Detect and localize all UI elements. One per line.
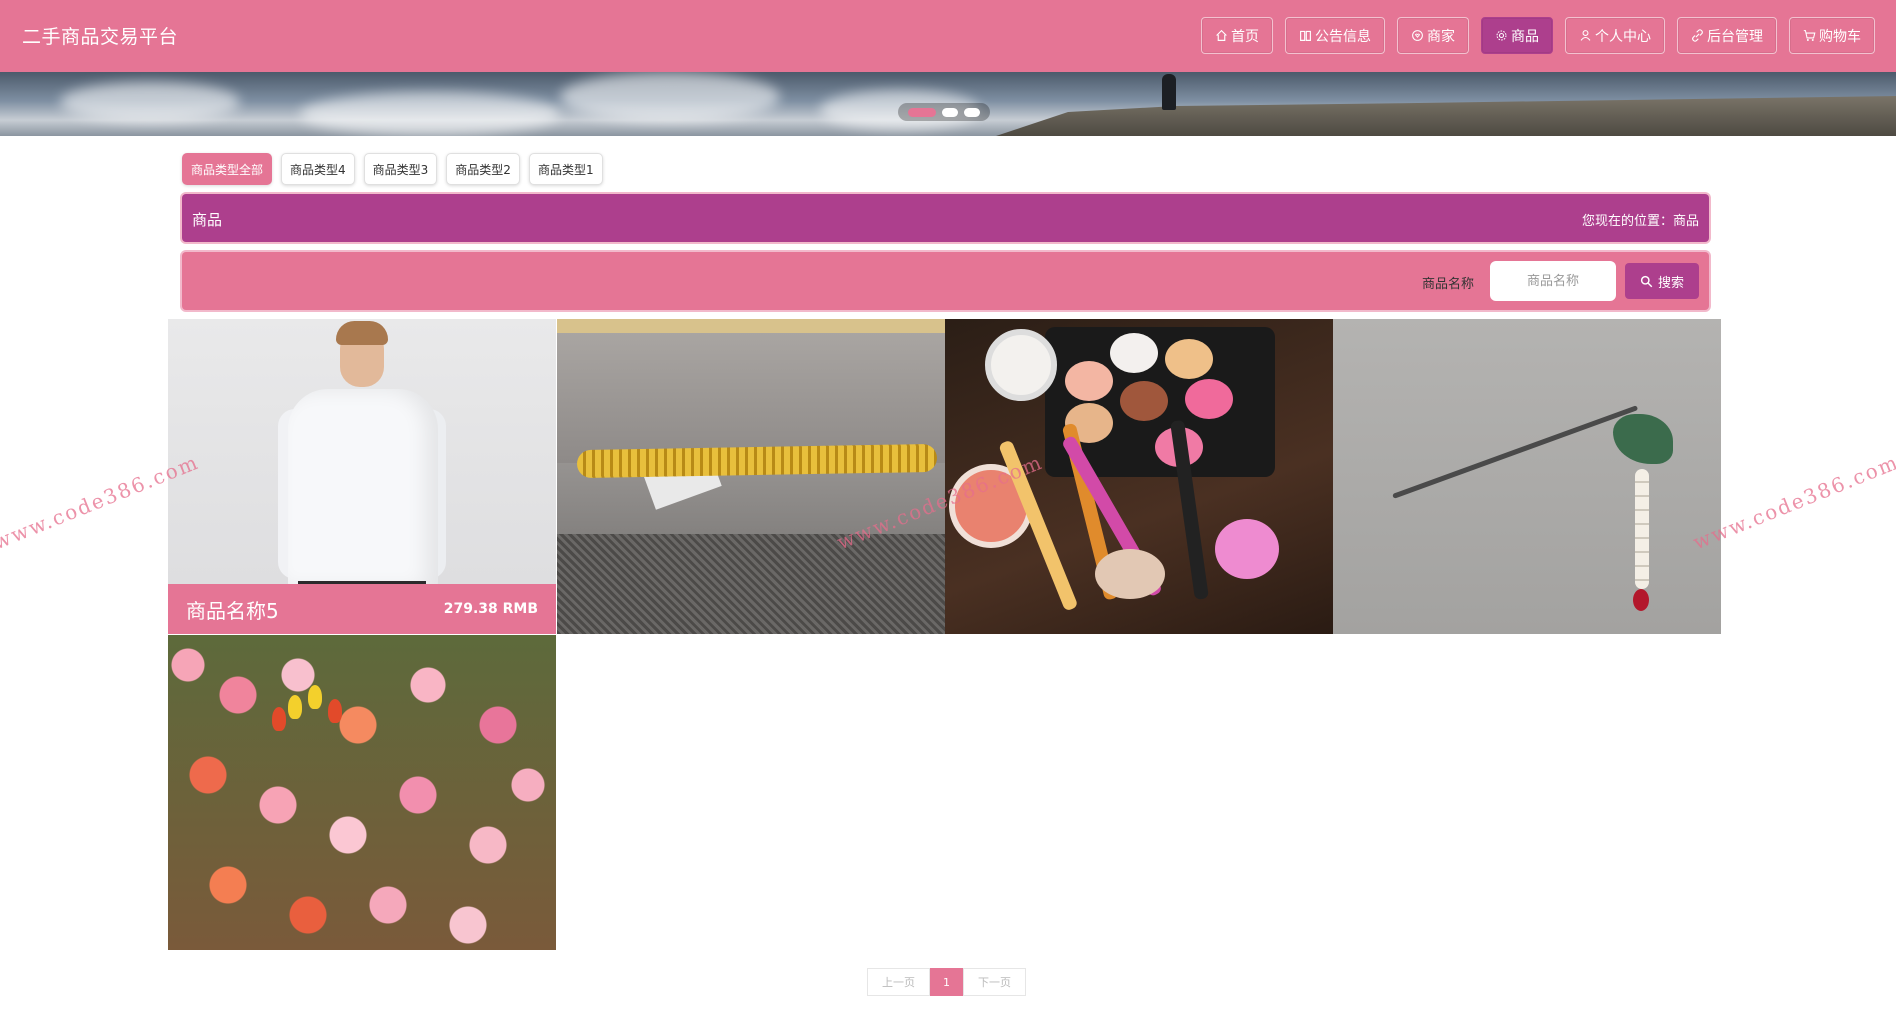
nav-product-label: 商品 [1511, 28, 1539, 45]
nav-merchant-label: 商家 [1427, 28, 1455, 45]
product-image-gold-chain [557, 319, 945, 634]
product-card[interactable] [557, 319, 945, 634]
carousel-dot-1[interactable] [908, 107, 936, 117]
nav-cart-label: 购物车 [1819, 28, 1861, 45]
cart-icon [1803, 30, 1816, 41]
search-label: 商品名称 [1422, 277, 1475, 292]
prev-page-button[interactable]: 上一页 [867, 968, 930, 996]
site-title: 二手商品交易平台 [22, 26, 179, 48]
link-icon [1692, 29, 1703, 42]
top-navbar: 二手商品交易平台 首页 公告信息 商家 商品 个人中心 后台管理 购物车 [0, 0, 1896, 72]
banner-carousel [0, 72, 1896, 136]
product-card[interactable]: 商品名称5 279.38 RMB [168, 319, 556, 634]
product-caption: 商品名称5 279.38 RMB [168, 584, 556, 634]
nav-home-button[interactable]: 首页 [1201, 17, 1273, 54]
product-card[interactable] [1333, 319, 1721, 634]
category-tab-all[interactable]: 商品类型全部 [182, 153, 273, 185]
heart-icon [1412, 30, 1423, 41]
category-tab-type1[interactable]: 商品类型1 [528, 153, 603, 185]
pagination: 上一页 1 下一页 [867, 968, 1026, 996]
nav-admin-label: 后台管理 [1707, 28, 1763, 45]
section-title: 商品 [192, 211, 223, 229]
search-button-label: 搜索 [1657, 275, 1684, 291]
carousel-dot-2[interactable] [942, 107, 958, 117]
category-tab-type4[interactable]: 商品类型4 [281, 153, 355, 185]
search-input[interactable] [1490, 261, 1616, 301]
next-page-button[interactable]: 下一页 [963, 968, 1026, 996]
breadcrumb: 您现在的位置：商品 [1581, 214, 1699, 229]
product-image-flowers [168, 635, 556, 950]
banner-cliff [996, 96, 1896, 136]
search-bar: 商品名称 搜索 [182, 252, 1709, 310]
product-card[interactable] [945, 319, 1333, 634]
nav-merchant-button[interactable]: 商家 [1397, 17, 1469, 54]
nav-cart-button[interactable]: 购物车 [1789, 17, 1875, 54]
nav-notice-label: 公告信息 [1315, 28, 1371, 45]
product-name: 商品名称5 [186, 598, 279, 623]
carousel-indicators [898, 103, 990, 121]
book-icon [1300, 30, 1311, 41]
banner-person [1162, 74, 1176, 110]
product-card[interactable] [168, 635, 556, 950]
nav-product-button[interactable]: 商品 [1481, 17, 1553, 54]
carousel-dot-3[interactable] [964, 107, 980, 117]
main-nav: 首页 公告信息 商家 商品 个人中心 后台管理 购物车 [1201, 17, 1875, 54]
nav-admin-button[interactable]: 后台管理 [1677, 17, 1777, 54]
product-price: 279.38 RMB [443, 601, 538, 617]
category-tab-type2[interactable]: 商品类型2 [446, 153, 520, 185]
category-tab-type3[interactable]: 商品类型3 [363, 153, 438, 185]
search-button[interactable]: 搜索 [1625, 263, 1699, 299]
nav-home-label: 首页 [1231, 28, 1259, 45]
user-icon [1580, 30, 1591, 41]
product-image-cosmetics [945, 319, 1333, 634]
home-icon [1216, 29, 1227, 41]
search-icon [1640, 275, 1653, 287]
product-image-hairpin [1333, 319, 1721, 634]
gear-icon [1496, 30, 1507, 41]
nav-notice-button[interactable]: 公告信息 [1285, 17, 1385, 54]
category-tabs: 商品类型全部 商品类型4 商品类型3 商品类型2 商品类型1 [182, 153, 603, 185]
section-title-bar: 商品 您现在的位置：商品 [182, 194, 1709, 242]
nav-profile-label: 个人中心 [1595, 28, 1651, 45]
current-page[interactable]: 1 [930, 968, 963, 996]
nav-profile-button[interactable]: 个人中心 [1565, 17, 1665, 54]
